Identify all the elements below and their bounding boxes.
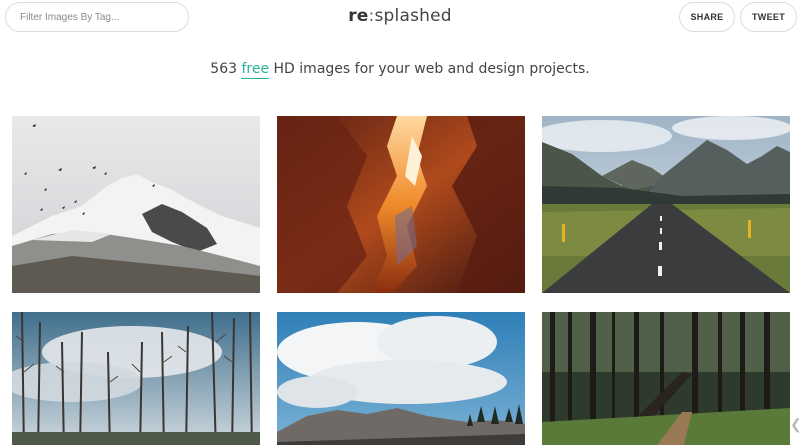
canyon-image bbox=[277, 116, 525, 293]
tagline-count: 563 bbox=[210, 61, 242, 77]
image-tile-snowy-mountain[interactable] bbox=[12, 116, 260, 293]
image-tile-mountain-road[interactable] bbox=[542, 116, 790, 293]
chevron-left-icon[interactable]: ❮ bbox=[790, 416, 800, 433]
cloudy-peak-image bbox=[277, 312, 525, 445]
image-tile-cloudy-peak[interactable] bbox=[277, 312, 525, 445]
share-button[interactable]: SHARE bbox=[679, 2, 735, 32]
free-link[interactable]: free bbox=[241, 61, 270, 79]
tweet-button[interactable]: TWEET bbox=[740, 2, 797, 32]
image-tile-canyon[interactable] bbox=[277, 116, 525, 293]
snowy-mountain-image bbox=[12, 116, 260, 293]
burnt-forest-image bbox=[12, 312, 260, 445]
mountain-road-image bbox=[542, 116, 790, 293]
tagline: 563 free HD images for your web and desi… bbox=[0, 61, 800, 79]
image-tile-forest-path[interactable] bbox=[542, 312, 790, 445]
image-tile-burnt-forest[interactable] bbox=[12, 312, 260, 445]
tagline-text: HD images for your web and design projec… bbox=[269, 61, 590, 77]
logo-bold: re bbox=[348, 6, 369, 26]
forest-path-image bbox=[542, 312, 790, 445]
logo-text: splashed bbox=[374, 6, 452, 26]
